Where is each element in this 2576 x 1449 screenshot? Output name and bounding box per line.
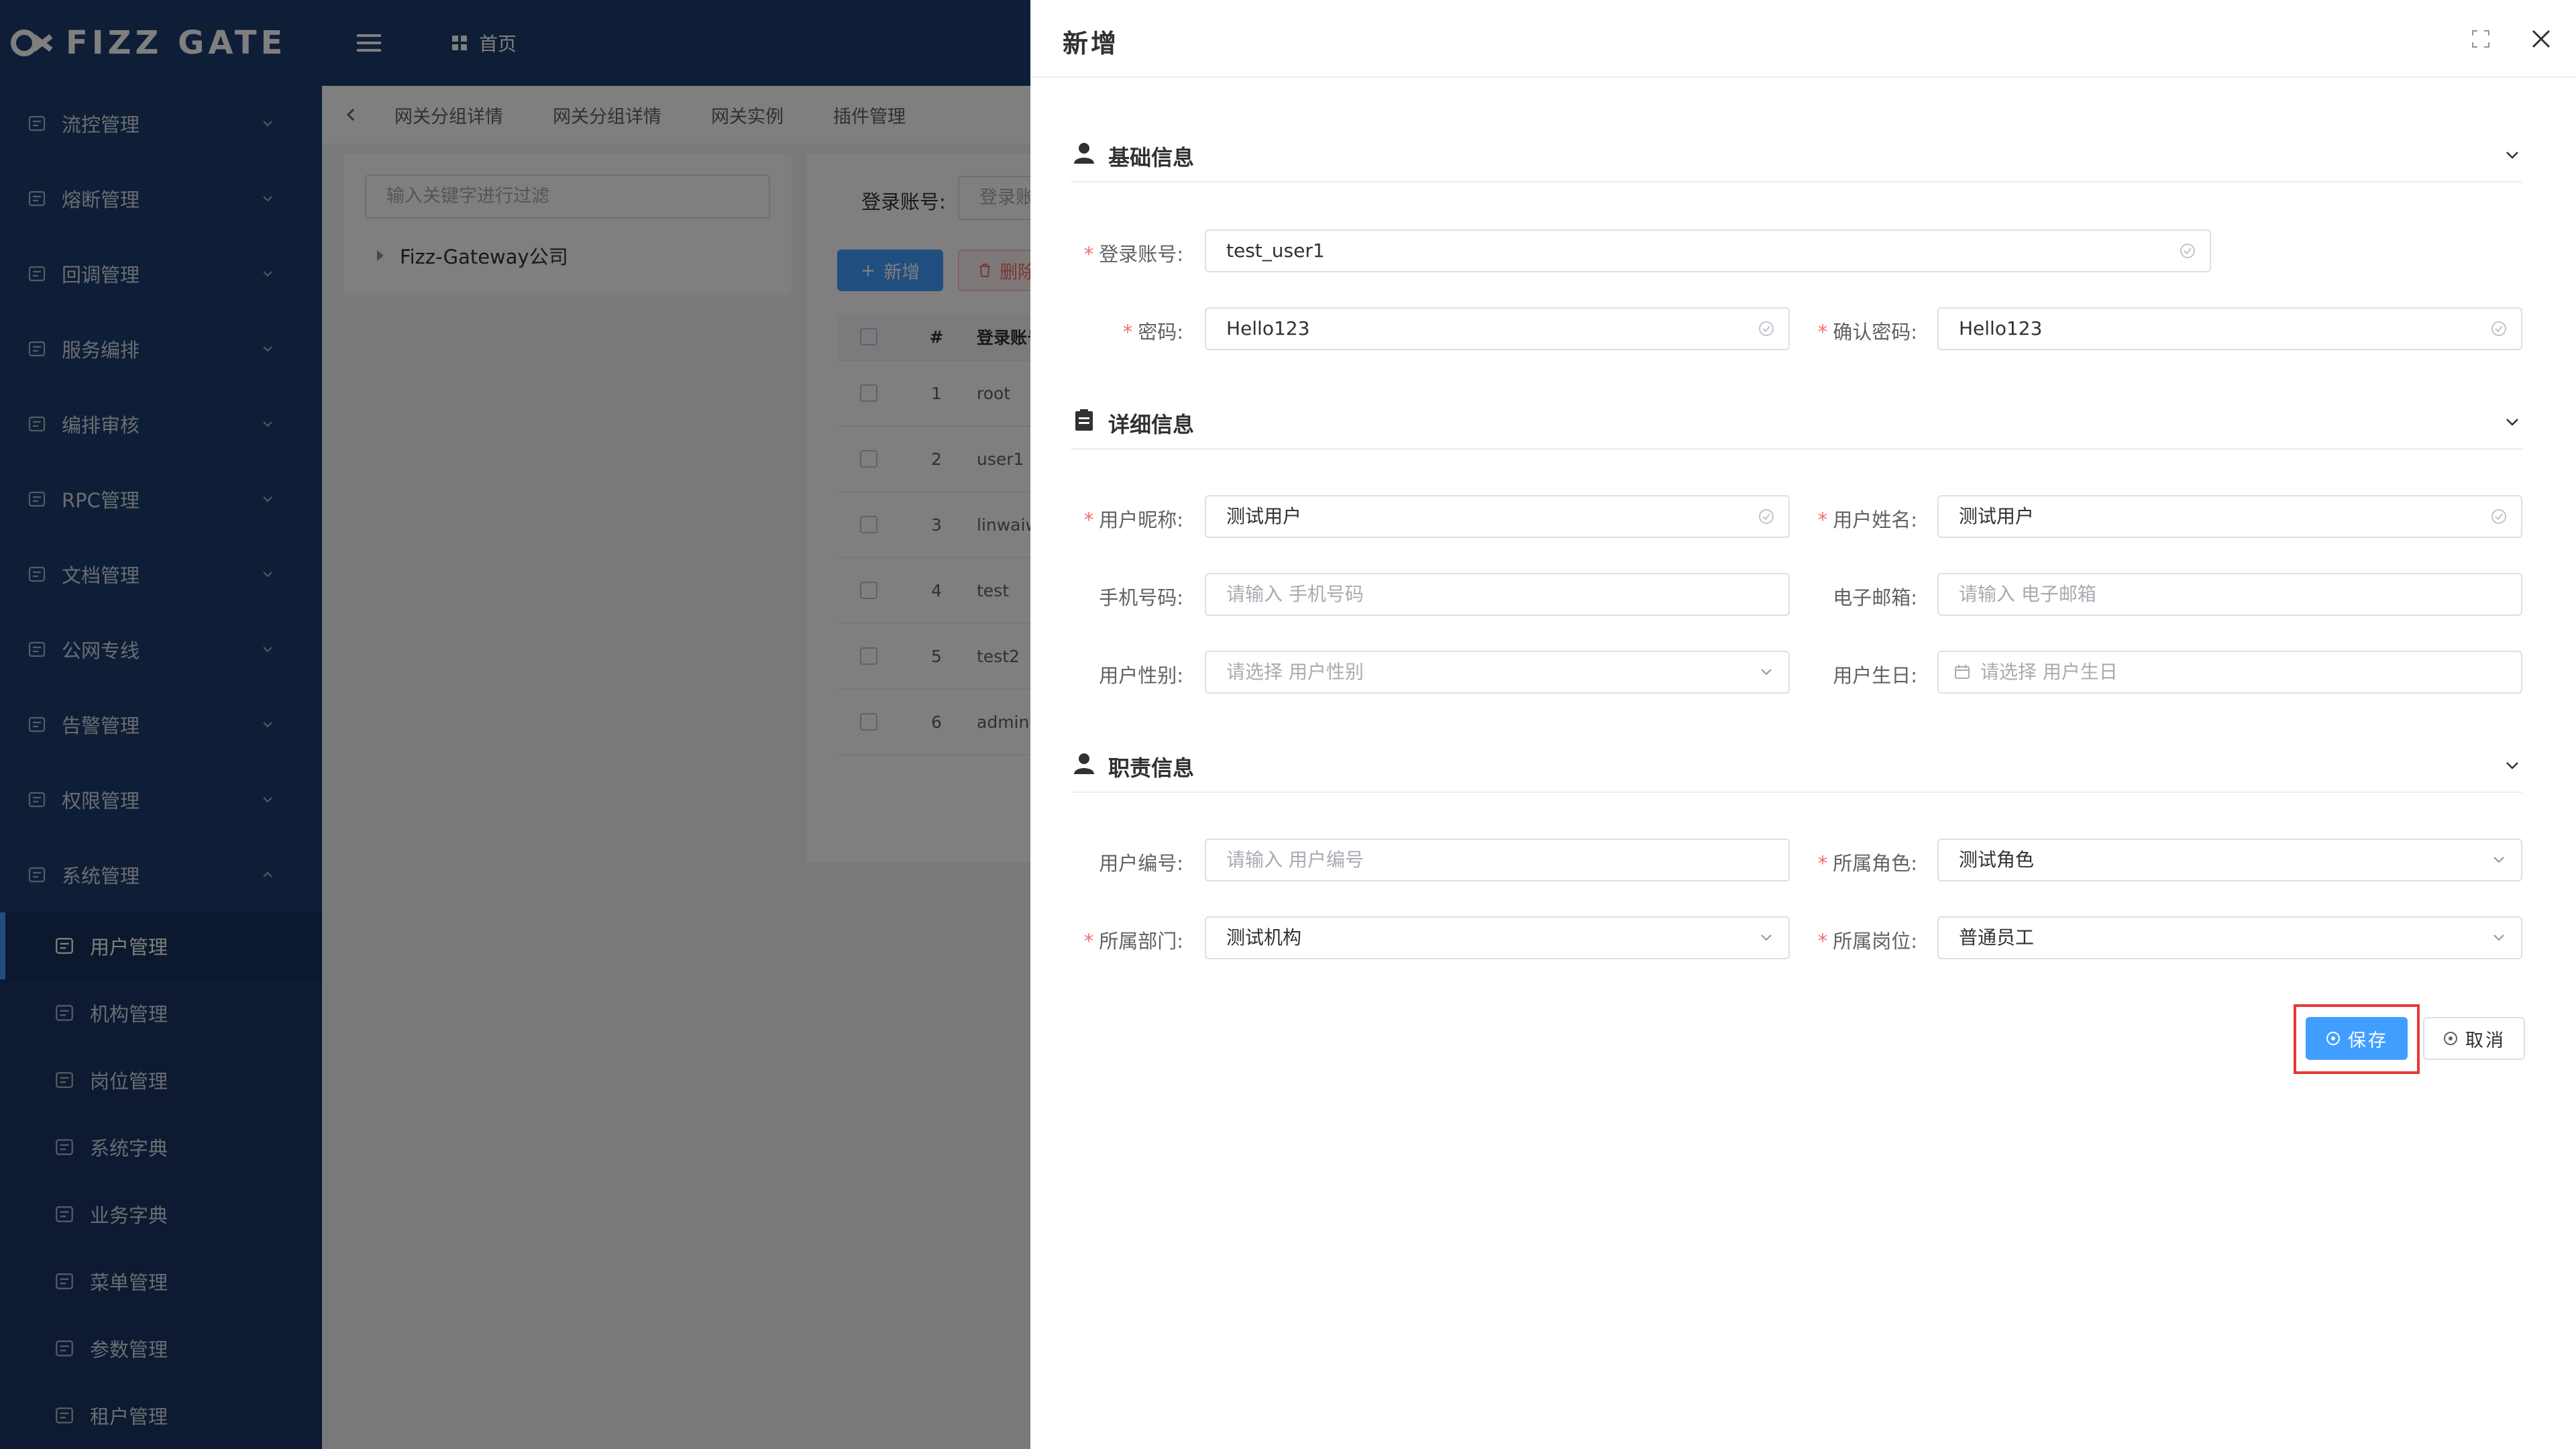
email-label: 电子邮箱: [1833, 586, 1917, 609]
section-title: 职责信息 [1108, 755, 1195, 781]
role-select[interactable]: 测试角色 [1937, 839, 2522, 881]
birthday-label: 用户生日: [1833, 664, 1917, 687]
add-user-drawer: 新增 基础信息 * 登录账号: test_user1 * 密码: Hello123 … [1030, 0, 2576, 1449]
chevron-down-icon [1761, 669, 1772, 676]
calendar-icon [1955, 665, 1970, 679]
birthday-picker[interactable]: 请选择 用户生日 [1937, 651, 2522, 694]
chevron-down-icon[interactable] [2502, 755, 2522, 775]
userno-field[interactable]: 请输入 用户编号 [1205, 839, 1790, 881]
realname-field[interactable]: 测试用户 [1937, 495, 2522, 538]
section-title: 基础信息 [1108, 145, 1195, 170]
phone-field[interactable]: 请输入 手机号码 [1205, 573, 1790, 616]
drawer-divider [1030, 76, 2576, 78]
confirm-password-label: * 确认密码: [1817, 321, 1917, 343]
close-icon[interactable] [2528, 25, 2555, 52]
check-circle-icon [2491, 321, 2506, 336]
section-job-info[interactable]: 职责信息 [1071, 742, 2522, 793]
chevron-down-icon [1761, 934, 1772, 941]
modal-overlay[interactable] [0, 0, 1030, 1449]
check-circle-icon [1759, 321, 1774, 336]
save-button[interactable]: 保存 [2306, 1017, 2408, 1060]
account-field[interactable]: test_user1 [1205, 229, 2211, 272]
dept-label: * 所属部门: [1083, 930, 1183, 953]
check-circle-icon [2326, 1032, 2340, 1045]
clipboard-icon [1075, 409, 1093, 431]
close-circle-icon [2444, 1032, 2457, 1045]
nickname-label: * 用户昵称: [1083, 508, 1183, 531]
chevron-down-icon [2493, 934, 2504, 941]
phone-label: 手机号码: [1099, 586, 1183, 609]
post-label: * 所属岗位: [1817, 930, 1917, 953]
cancel-button-label: 取消 [2465, 1030, 2506, 1051]
userno-label: 用户编号: [1099, 852, 1183, 875]
section-basic-info[interactable]: 基础信息 [1071, 131, 2522, 182]
user-icon [1074, 753, 1094, 774]
gender-select[interactable]: 请选择 用户性别 [1205, 651, 1790, 694]
dept-select[interactable]: 测试机构 [1205, 916, 1790, 959]
cancel-button[interactable]: 取消 [2423, 1017, 2525, 1060]
email-field[interactable]: 请输入 电子邮箱 [1937, 573, 2522, 616]
confirm-password-field[interactable]: Hello123 [1937, 307, 2522, 350]
chevron-down-icon[interactable] [2502, 412, 2522, 432]
nickname-field[interactable]: 测试用户 [1205, 495, 1790, 538]
realname-label: * 用户姓名: [1817, 508, 1917, 531]
drawer-title: 新增 [1063, 29, 1120, 58]
account-label: * 登录账号: [1083, 243, 1183, 266]
chevron-down-icon [2493, 857, 2504, 863]
post-select[interactable]: 普通员工 [1937, 916, 2522, 959]
save-button-label: 保存 [2348, 1030, 2388, 1051]
password-field[interactable]: Hello123 [1205, 307, 1790, 350]
fullscreen-icon[interactable] [2470, 28, 2491, 50]
user-icon [1074, 143, 1094, 164]
section-detail-info[interactable]: 详细信息 [1071, 398, 2522, 449]
role-label: * 所属角色: [1817, 852, 1917, 875]
password-label: * 密码: [1122, 321, 1183, 343]
section-title: 详细信息 [1108, 412, 1195, 437]
check-circle-icon [2491, 509, 2506, 524]
check-circle-icon [2180, 244, 2195, 258]
check-circle-icon [1759, 509, 1774, 524]
gender-label: 用户性别: [1099, 664, 1183, 687]
chevron-down-icon[interactable] [2502, 145, 2522, 165]
